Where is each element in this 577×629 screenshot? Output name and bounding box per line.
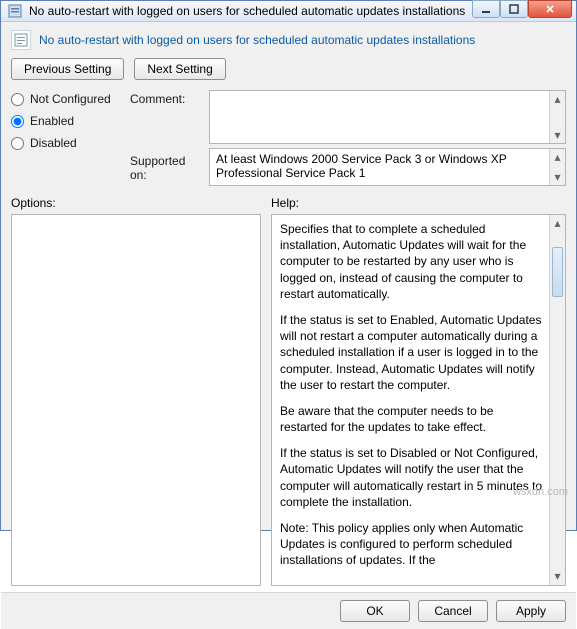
help-paragraph: If the status is set to Enabled, Automat… [280,312,543,393]
options-column: Options: [11,196,261,586]
radio-disabled-input[interactable] [11,137,24,150]
supported-scrollbar[interactable]: ▴ ▾ [549,149,565,185]
nav-row: Previous Setting Next Setting [11,58,566,80]
dialog-content: No auto-restart with logged on users for… [1,22,576,592]
help-paragraph: Be aware that the computer needs to be r… [280,403,543,435]
close-button[interactable] [528,0,572,18]
minimize-button[interactable] [472,0,500,18]
radio-not-configured-label: Not Configured [30,92,111,106]
apply-button[interactable]: Apply [496,600,566,622]
radio-not-configured-input[interactable] [11,93,24,106]
previous-setting-button[interactable]: Previous Setting [11,58,124,80]
cancel-button[interactable]: Cancel [418,600,488,622]
radio-enabled[interactable]: Enabled [11,114,126,128]
scroll-thumb[interactable] [552,247,563,297]
dialog-window: No auto-restart with logged on users for… [0,0,577,531]
lower-panes: Options: Help: Specifies that to complet… [11,196,566,586]
scroll-up-icon[interactable]: ▴ [550,215,565,231]
comment-textbox[interactable]: ▴ ▾ [209,90,566,144]
help-paragraph: If the status is set to Disabled or Not … [280,445,543,510]
radio-enabled-label: Enabled [30,114,74,128]
policy-icon [11,30,31,50]
help-paragraph: Note: This policy applies only when Auto… [280,520,543,569]
next-setting-button[interactable]: Next Setting [134,58,225,80]
options-box [11,214,261,586]
policy-header: No auto-restart with logged on users for… [11,30,566,50]
help-paragraph: Specifies that to complete a scheduled i… [280,221,543,302]
supported-on-box: At least Windows 2000 Service Pack 3 or … [209,148,566,186]
scroll-up-icon[interactable]: ▴ [550,149,565,165]
window-controls [472,1,572,21]
scroll-down-icon[interactable]: ▾ [550,169,565,185]
ok-button[interactable]: OK [340,600,410,622]
comment-scrollbar[interactable]: ▴ ▾ [549,91,565,143]
policy-title: No auto-restart with logged on users for… [39,33,475,47]
help-label: Help: [271,196,566,210]
help-column: Help: Specifies that to complete a sched… [271,196,566,586]
scroll-up-icon[interactable]: ▴ [550,91,565,107]
help-scrollbar[interactable]: ▴ ▾ [549,215,565,585]
supported-on-text: At least Windows 2000 Service Pack 3 or … [216,152,507,180]
radio-disabled[interactable]: Disabled [11,136,126,150]
help-box: Specifies that to complete a scheduled i… [271,214,566,586]
radio-not-configured[interactable]: Not Configured [11,92,126,106]
radio-enabled-input[interactable] [11,115,24,128]
maximize-button[interactable] [500,0,528,18]
radio-disabled-label: Disabled [30,136,77,150]
scroll-down-icon[interactable]: ▾ [550,127,565,143]
window-title: No auto-restart with logged on users for… [29,4,472,18]
title-bar[interactable]: No auto-restart with logged on users for… [1,1,576,22]
options-label: Options: [11,196,261,210]
dialog-footer: OK Cancel Apply [1,592,576,629]
state-radios: Not Configured Enabled Disabled [11,90,126,186]
app-icon [7,3,23,19]
scroll-down-icon[interactable]: ▾ [550,569,565,585]
supported-label: Supported on: [130,148,205,182]
settings-grid: Not Configured Enabled Disabled Comment:… [11,90,566,186]
comment-label: Comment: [130,90,205,144]
